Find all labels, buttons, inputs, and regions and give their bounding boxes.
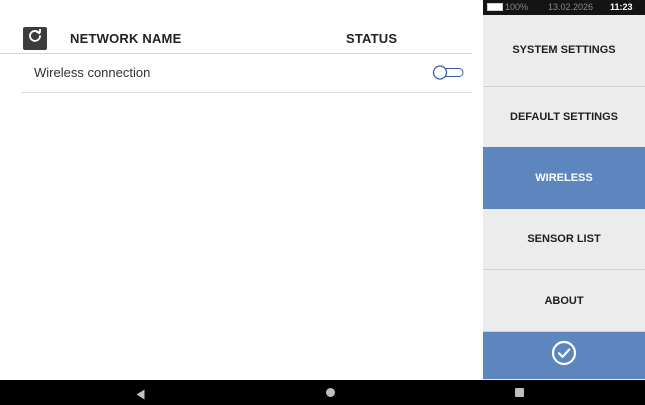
settings-sidebar: 100% 13.02.2026 11:23 SYSTEM SETTINGS DE… <box>483 0 645 380</box>
recent-square-icon[interactable] <box>515 388 524 397</box>
header-divider <box>0 53 472 54</box>
status-time: 11:23 <box>610 2 633 12</box>
wireless-connection-label: Wireless connection <box>34 65 151 80</box>
screen: NETWORK NAME STATUS Wireless connection … <box>0 0 645 405</box>
home-circle-icon[interactable] <box>326 388 335 397</box>
refresh-icon <box>28 28 42 48</box>
sidebar-item-sensor-list[interactable]: SENSOR LIST <box>483 209 645 269</box>
sidebar-item-wireless[interactable]: WIRELESS <box>483 147 645 209</box>
status-bar: 100% 13.02.2026 11:23 <box>483 0 645 15</box>
network-list-panel: NETWORK NAME STATUS Wireless connection <box>0 0 483 380</box>
sidebar-item-about[interactable]: ABOUT <box>483 270 645 331</box>
back-triangle-icon[interactable] <box>136 387 145 405</box>
column-header-network-name: NETWORK NAME <box>70 31 182 46</box>
sidebar-item-system-settings[interactable]: SYSTEM SETTINGS <box>483 15 645 85</box>
wireless-connection-toggle[interactable] <box>432 65 465 80</box>
check-circle-icon <box>551 340 577 371</box>
status-date: 13.02.2026 <box>548 2 594 12</box>
battery-level: 100% <box>505 2 529 12</box>
column-header-status: STATUS <box>346 31 398 46</box>
confirm-button[interactable] <box>483 332 645 379</box>
refresh-button[interactable] <box>23 27 47 50</box>
sidebar-item-default-settings[interactable]: DEFAULT SETTINGS <box>483 87 645 147</box>
row-divider <box>21 92 472 93</box>
battery-icon <box>487 3 503 11</box>
system-navigation-bar <box>0 380 645 405</box>
